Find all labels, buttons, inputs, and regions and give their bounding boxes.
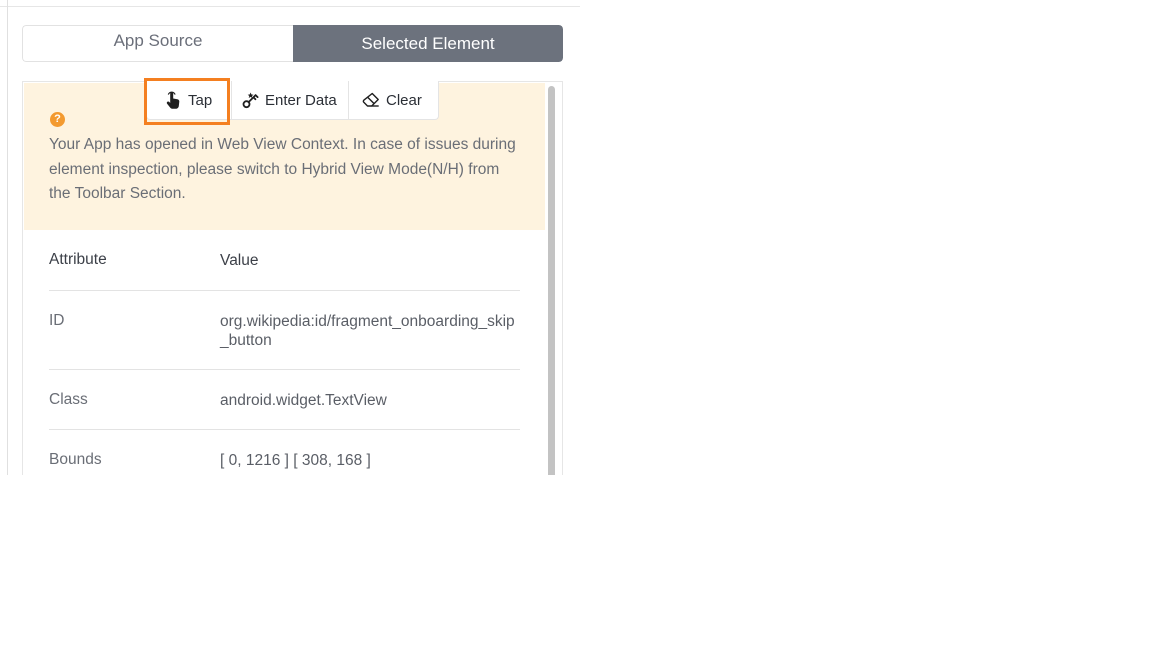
enter-data-label: Enter Data (265, 91, 337, 109)
tap-button[interactable]: Tap (147, 81, 231, 119)
element-details-panel: ? Your App has opened in Web View Contex… (22, 81, 563, 475)
table-row: ID org.wikipedia:id/fragment_onboarding_… (49, 291, 520, 370)
key-icon (241, 90, 259, 110)
table-row: Class android.widget.TextView (49, 370, 520, 430)
tap-label: Tap (188, 91, 213, 109)
left-divider (7, 0, 8, 475)
view-tabs: App Source Selected Element (22, 25, 563, 62)
attribute-value: [ 0, 1216 ] [ 308, 168 ] (220, 452, 371, 469)
table-row: Bounds [ 0, 1216 ] [ 308, 168 ] (49, 430, 520, 475)
header-value: Value (220, 252, 259, 269)
header-attribute: Attribute (49, 251, 107, 268)
attribute-value: org.wikipedia:id/fragment_onboarding_ski… (220, 313, 515, 349)
clear-label: Clear (386, 91, 422, 109)
question-circle-icon: ? (50, 112, 65, 127)
inspector-panel: App Source Selected Element ? Your App h… (0, 0, 580, 475)
attributes-table: Attribute Value ID org.wikipedia:id/frag… (49, 230, 520, 475)
hand-pointer-icon (164, 90, 182, 110)
eraser-icon (362, 90, 380, 110)
attribute-value: android.widget.TextView (220, 392, 387, 409)
attribute-key: ID (49, 312, 65, 329)
tab-app-source[interactable]: App Source (22, 25, 293, 62)
attribute-key: Bounds (49, 451, 102, 468)
table-header: Attribute Value (49, 230, 520, 291)
scrollbar-thumb[interactable] (548, 86, 555, 475)
top-divider (0, 6, 580, 7)
notice-message: Your App has opened in Web View Context.… (49, 136, 516, 202)
enter-data-button[interactable]: Enter Data (231, 81, 348, 119)
element-action-bar: Tap Enter Data Clear (146, 81, 439, 120)
tab-selected-element[interactable]: Selected Element (293, 25, 563, 62)
attribute-key: Class (49, 391, 88, 408)
scrollbar[interactable] (546, 86, 557, 475)
clear-button[interactable]: Clear (348, 81, 438, 119)
